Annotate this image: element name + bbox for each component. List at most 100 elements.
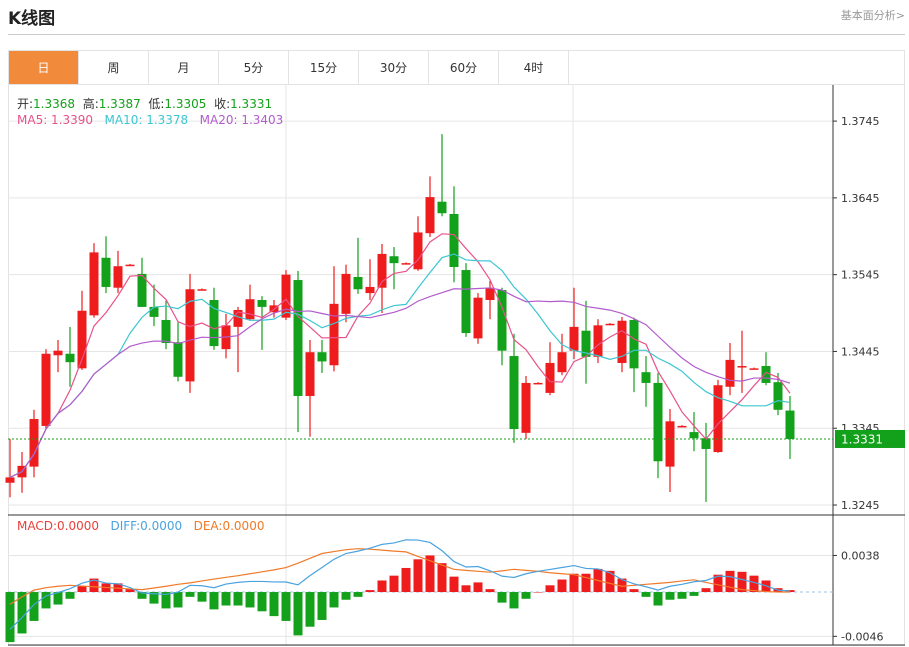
candle-body	[5, 477, 15, 483]
macd-bar	[413, 559, 423, 593]
candle	[509, 333, 519, 443]
candle-body	[593, 325, 603, 357]
macd-bar	[485, 589, 495, 593]
candle-body	[53, 350, 63, 356]
candle-body	[329, 303, 339, 366]
candle	[353, 237, 363, 294]
macd-bar	[365, 590, 375, 593]
candle-body	[125, 264, 135, 267]
macd-value: MACD:0.0000	[17, 519, 100, 533]
candle	[401, 262, 411, 265]
candle-body	[521, 382, 531, 433]
candle-body	[629, 319, 639, 369]
macd-bar	[653, 592, 663, 606]
candle-body	[569, 326, 579, 351]
macd-bar	[629, 589, 639, 593]
candle	[101, 236, 111, 294]
diff-value: DIFF:0.0000	[110, 519, 183, 533]
macd-y-tick-label: -0.0046	[841, 630, 883, 643]
candle	[365, 259, 375, 300]
candle	[785, 395, 795, 459]
macd-bar	[389, 575, 399, 593]
macd-bar	[281, 592, 291, 621]
macd-bar	[221, 592, 231, 606]
low-value: 1.3305	[164, 97, 207, 111]
candle	[605, 323, 615, 326]
macd-bar	[461, 585, 471, 593]
macd-bar	[329, 592, 339, 608]
candle-body	[665, 421, 675, 467]
ma10-value: MA10: 1.3378	[104, 113, 189, 127]
candle	[389, 247, 399, 290]
candle	[341, 264, 351, 323]
candle	[329, 266, 339, 372]
candle	[65, 326, 75, 387]
candle-body	[209, 300, 219, 347]
macd-bar	[197, 592, 207, 602]
macd-bar	[569, 573, 579, 593]
current-price-label: 1.3331	[841, 432, 883, 446]
close-value: 1.3331	[230, 97, 273, 111]
candle-body	[149, 306, 159, 317]
candle	[173, 322, 183, 382]
candle-body	[257, 300, 267, 307]
candle	[749, 367, 759, 370]
close-label: 收:	[214, 97, 231, 111]
macd-bar	[77, 586, 87, 593]
macd-bar	[401, 567, 411, 593]
candle	[665, 409, 675, 492]
candle	[713, 379, 723, 453]
candle-body	[365, 286, 375, 294]
candle	[209, 287, 219, 350]
candle-body	[449, 214, 459, 267]
candle-body	[413, 232, 423, 270]
candle-body	[557, 352, 567, 373]
candle	[53, 339, 63, 373]
candle	[89, 243, 99, 318]
candle-body	[533, 382, 543, 385]
high-value: 1.3387	[98, 97, 141, 111]
candle	[677, 425, 687, 428]
candle-body	[245, 299, 255, 320]
candle-body	[281, 274, 291, 318]
candle	[629, 317, 639, 393]
candle-body	[101, 257, 111, 287]
macd-bar	[533, 592, 543, 593]
macd-bar	[689, 592, 699, 596]
ma-info: MA5: 1.3390 MA10: 1.3378 MA20: 1.3403	[17, 113, 283, 127]
low-label: 低:	[148, 97, 165, 111]
candle-body	[605, 323, 615, 326]
diff-line	[9, 539, 791, 630]
candle-body	[485, 287, 495, 300]
candle-body	[749, 368, 759, 370]
candle	[521, 376, 531, 439]
macd-bar	[521, 592, 531, 599]
dea-value: DEA:0.0000	[193, 519, 265, 533]
candle	[29, 409, 39, 478]
candle	[125, 263, 135, 267]
macd-bar	[377, 580, 387, 593]
candle-body	[65, 353, 75, 363]
candle	[557, 333, 567, 376]
candle-body	[341, 273, 351, 314]
candle-body	[41, 353, 51, 426]
candle-body	[677, 425, 687, 428]
candle	[725, 343, 735, 396]
candle	[737, 330, 747, 393]
candle	[425, 176, 435, 238]
candle	[761, 352, 771, 386]
candle	[305, 339, 315, 437]
macd-bar	[233, 592, 243, 606]
candle	[461, 263, 471, 337]
candle-body	[785, 410, 795, 439]
candle	[437, 134, 447, 217]
candle	[5, 438, 15, 498]
candle-body	[113, 266, 123, 288]
macd-bar	[257, 592, 267, 612]
candle-body	[473, 297, 483, 339]
candle-body	[437, 201, 447, 214]
y-tick-label: 1.3745	[841, 115, 880, 128]
macd-bar	[509, 592, 519, 609]
y-tick-label: 1.3245	[841, 499, 880, 512]
candle	[317, 339, 327, 373]
